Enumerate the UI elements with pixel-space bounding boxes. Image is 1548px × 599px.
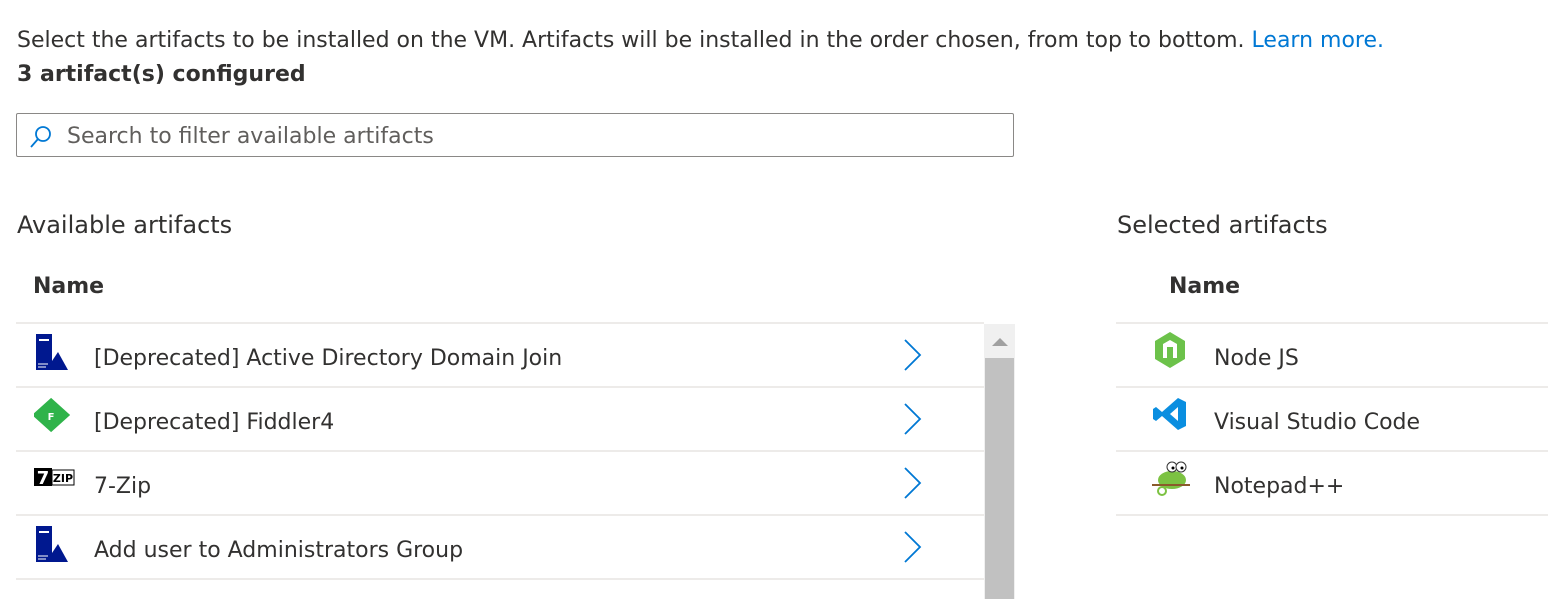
notepadpp-icon [1152, 461, 1190, 496]
server-icon [36, 526, 68, 562]
artifact-label: 7-Zip [94, 474, 152, 499]
svg-text:7: 7 [37, 468, 50, 489]
selected-artifact-row[interactable]: Node JS [1116, 324, 1548, 388]
selected-artifact-row[interactable]: Visual Studio Code [1116, 388, 1548, 452]
chevron-right-icon[interactable] [902, 338, 922, 372]
artifact-count: 3 artifact(s) configured [17, 62, 306, 87]
available-name-header[interactable]: Name [33, 274, 104, 299]
available-artifacts-list: [Deprecated] Active Directory Domain Joi… [16, 322, 984, 580]
search-icon [30, 126, 51, 148]
artifact-label: [Deprecated] Fiddler4 [94, 410, 335, 435]
selected-artifact-row[interactable]: Notepad++ [1116, 452, 1548, 516]
svg-text:F: F [48, 412, 55, 423]
intro-text: Select the artifacts to be installed on … [17, 28, 1385, 53]
7zip-icon: 7 ZIP [34, 468, 75, 489]
learn-more-link[interactable]: Learn more. [1252, 28, 1384, 53]
available-artifact-row[interactable]: [Deprecated] Active Directory Domain Joi… [16, 324, 984, 388]
nodejs-icon [1155, 332, 1185, 368]
available-artifacts-title: Available artifacts [17, 211, 233, 239]
server-icon [36, 334, 68, 370]
available-artifact-row[interactable]: F [Deprecated] Fiddler4 [16, 388, 984, 452]
artifact-label: Node JS [1214, 346, 1299, 371]
selected-name-header[interactable]: Name [1169, 274, 1240, 299]
artifact-label: Notepad++ [1214, 474, 1345, 499]
available-artifact-row[interactable]: 7 ZIP 7-Zip [16, 452, 984, 516]
artifact-label: [Deprecated] Active Directory Domain Joi… [94, 346, 563, 371]
selected-artifacts-list: Node JS Visual Studio Code Notepad++ [1116, 322, 1548, 516]
chevron-right-icon[interactable] [902, 402, 922, 436]
chevron-right-icon[interactable] [902, 466, 922, 500]
chevron-right-icon[interactable] [902, 530, 922, 564]
scroll-up-arrow-icon[interactable] [991, 336, 1009, 348]
fiddler-icon: F [34, 397, 70, 433]
search-input[interactable] [65, 120, 969, 152]
vscode-icon [1153, 398, 1186, 430]
available-artifact-row[interactable]: Add user to Administrators Group [16, 516, 984, 580]
artifact-label: Add user to Administrators Group [94, 538, 464, 563]
artifact-label: Visual Studio Code [1214, 410, 1421, 435]
svg-text:ZIP: ZIP [53, 472, 73, 485]
selected-artifacts-title: Selected artifacts [1117, 211, 1328, 239]
scrollbar-thumb[interactable] [985, 358, 1014, 599]
search-box[interactable] [16, 113, 1014, 157]
